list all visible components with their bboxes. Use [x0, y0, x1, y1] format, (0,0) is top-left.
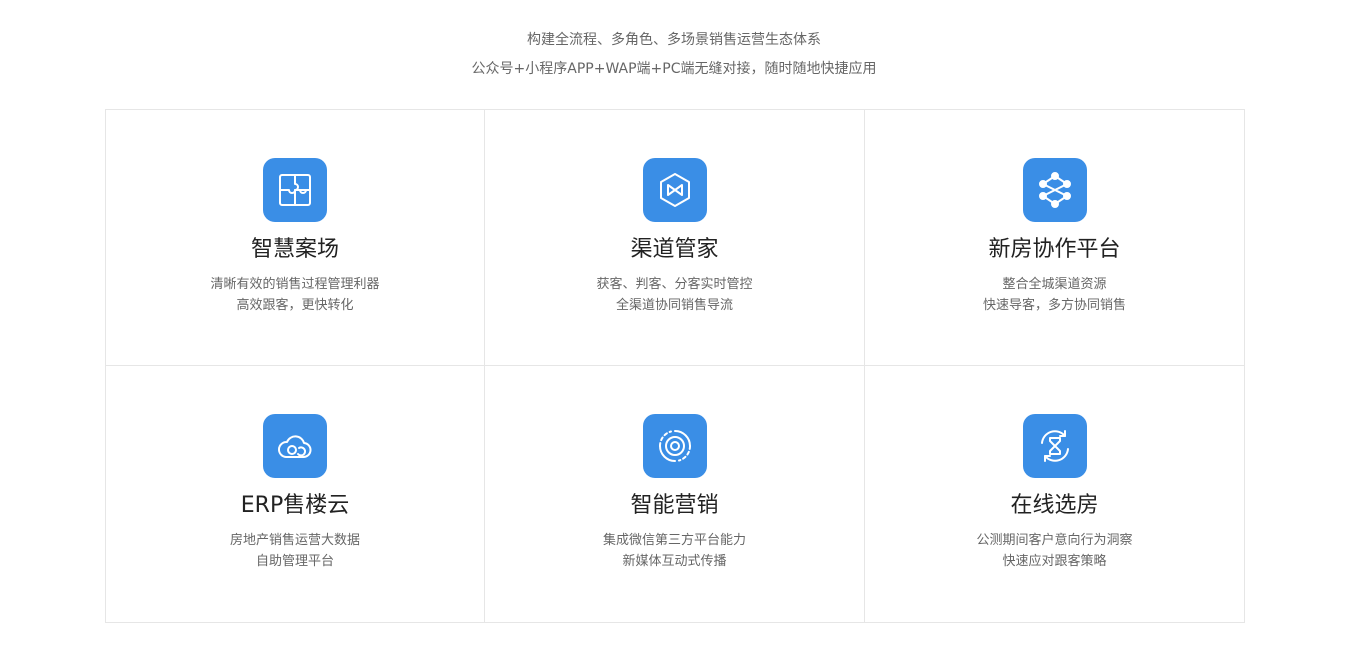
feature-desc-line: 整合全城渠道资源	[1002, 277, 1107, 292]
feature-card-new-home-collaboration[interactable]: 新房协作平台 整合全城渠道资源 快速导客，多方协同销售	[865, 110, 1244, 366]
feature-card-online-house-selection[interactable]: 在线选房 公测期间客户意向行为洞察 快速应对跟客策略	[865, 366, 1244, 622]
bow-tie-hexagon-icon	[642, 158, 707, 222]
feature-desc-line: 公测期间客户意向行为洞察	[976, 533, 1133, 548]
refresh-hourglass-icon	[1022, 414, 1087, 478]
feature-title: 新房协作平台	[988, 237, 1121, 262]
feature-description: 公测期间客户意向行为洞察 快速应对跟客策略	[865, 530, 1244, 572]
feature-card-erp-cloud[interactable]: ERP售楼云 房地产销售运营大数据 自助管理平台	[106, 366, 485, 622]
feature-desc-line: 房地产销售运营大数据	[229, 533, 360, 548]
network-nodes-icon	[1022, 158, 1087, 222]
target-icon	[642, 414, 707, 478]
feature-title: 智慧案场	[250, 237, 339, 262]
feature-card-smart-sales-office[interactable]: 智慧案场 清晰有效的销售过程管理利器 高效跟客，更快转化	[106, 110, 485, 366]
feature-title: 渠道管家	[630, 237, 719, 262]
feature-description: 集成微信第三方平台能力 新媒体互动式传播	[485, 530, 864, 572]
feature-title: ERP售楼云	[240, 493, 350, 518]
intro-line-1: 构建全流程、多角色、多场景销售运营生态体系	[527, 32, 821, 48]
feature-desc-line: 集成微信第三方平台能力	[602, 533, 746, 548]
feature-grid: 智慧案场 清晰有效的销售过程管理利器 高效跟客，更快转化 渠道管家 获客、判客、…	[105, 109, 1245, 623]
intro-line-2: 公众号+小程序APP+WAP端+PC端无缝对接，随时随地快捷应用	[471, 61, 877, 77]
feature-desc-line: 清晰有效的销售过程管理利器	[210, 277, 380, 292]
feature-card-smart-marketing[interactable]: 智能营销 集成微信第三方平台能力 新媒体互动式传播	[485, 366, 865, 622]
puzzle-icon	[263, 158, 327, 222]
cloud-icon	[263, 414, 327, 478]
feature-desc-line: 新媒体互动式传播	[622, 554, 727, 569]
feature-desc-line: 高效跟客，更快转化	[236, 298, 354, 313]
intro-section: 构建全流程、多角色、多场景销售运营生态体系 公众号+小程序APP+WAP端+PC…	[0, 26, 1348, 84]
feature-desc-line: 自助管理平台	[255, 554, 334, 569]
feature-description: 清晰有效的销售过程管理利器 高效跟客，更快转化	[106, 274, 484, 316]
feature-description: 整合全城渠道资源 快速导客，多方协同销售	[865, 274, 1244, 316]
feature-title: 在线选房	[1010, 493, 1099, 518]
feature-title: 智能营销	[630, 493, 719, 518]
feature-desc-line: 获客、判客、分客实时管控	[596, 277, 753, 292]
feature-description: 获客、判客、分客实时管控 全渠道协同销售导流	[485, 274, 864, 316]
feature-description: 房地产销售运营大数据 自助管理平台	[106, 530, 484, 572]
feature-desc-line: 快速应对跟客策略	[1002, 554, 1107, 569]
feature-card-channel-manager[interactable]: 渠道管家 获客、判客、分客实时管控 全渠道协同销售导流	[485, 110, 865, 366]
feature-desc-line: 快速导客，多方协同销售	[982, 298, 1126, 313]
feature-desc-line: 全渠道协同销售导流	[615, 298, 733, 313]
